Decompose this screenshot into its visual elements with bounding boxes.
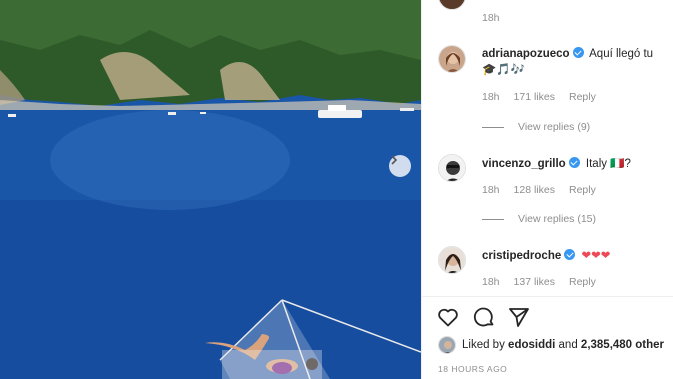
comment-time: 18h [482,91,500,103]
comment-time: 18h [482,12,500,24]
comment-meta: 18h 171 likes Reply [482,91,610,103]
carousel-next-button[interactable] [389,155,411,177]
comment-time: 18h [482,184,500,196]
comment-meta: 18h 137 likes Reply [482,276,610,288]
reply-button[interactable]: Reply [569,276,596,288]
verified-badge-icon [568,157,580,168]
comment-text: Italy 🇮🇹? [585,158,631,170]
view-replies-button[interactable]: View replies (9) [482,121,590,133]
verified-badge-icon [564,249,576,260]
section-divider [422,296,673,297]
comment-likes[interactable]: 171 likes [514,91,555,103]
heart-icon[interactable] [436,305,460,329]
comment-emojis: 🎓🎵🎶 [482,64,525,76]
comment-likes[interactable]: 128 likes [514,184,555,196]
comment-username[interactable]: cristipedroche [482,250,561,262]
comment-icon[interactable] [472,305,496,329]
liker-avatar[interactable] [438,336,456,354]
replies-divider [482,126,504,128]
comment-text: ❤❤❤ [581,250,611,262]
comment-meta: 18h 128 likes Reply [482,184,610,196]
comment-body: cristipedroche ❤❤❤ [482,248,666,264]
comment-username[interactable]: vincenzo_grillo [482,158,566,170]
reply-button[interactable]: Reply [569,184,596,196]
post-photo [0,0,421,379]
liked-by-prefix: Liked by [462,339,505,351]
view-replies-label: View replies (9) [518,121,591,133]
chevron-right-icon [391,155,398,165]
likes-count[interactable]: 2,385,480 other [581,339,664,351]
replies-divider [482,218,504,220]
comment-body: adrianapozueco Aquí llegó tu 🎓🎵🎶 [482,46,666,78]
avatar-cristipedroche[interactable] [438,246,466,274]
reply-button[interactable]: Reply [569,91,596,103]
comment-username[interactable]: adrianapozueco [482,48,570,60]
comment-time: 18h [482,276,500,288]
comment-body: vincenzo_grillo Italy 🇮🇹? [482,156,666,172]
avatar[interactable] [438,0,466,10]
photo-scene [0,0,421,379]
comments-panel: 18h adrianapozueco Aquí llegó tu 🎓🎵🎶 18h… [421,0,673,379]
share-icon[interactable] [507,305,531,329]
liked-by: Liked by edosiddi and 2,385,480 other [438,336,664,354]
comment-meta: 18h [482,12,514,24]
comment-text: Aquí llegó tu [589,48,654,60]
liked-by-user[interactable]: edosiddi [508,339,555,351]
liked-by-connector: and [558,339,578,351]
avatar-adrianapozueco[interactable] [438,45,466,73]
post-timestamp[interactable]: 18 HOURS AGO [438,364,507,374]
view-replies-label: View replies (15) [518,213,597,225]
comment-likes[interactable]: 137 likes [514,276,555,288]
avatar-vincenzo-grillo[interactable] [438,154,466,182]
view-replies-button[interactable]: View replies (15) [482,213,596,225]
verified-badge-icon [572,47,584,58]
